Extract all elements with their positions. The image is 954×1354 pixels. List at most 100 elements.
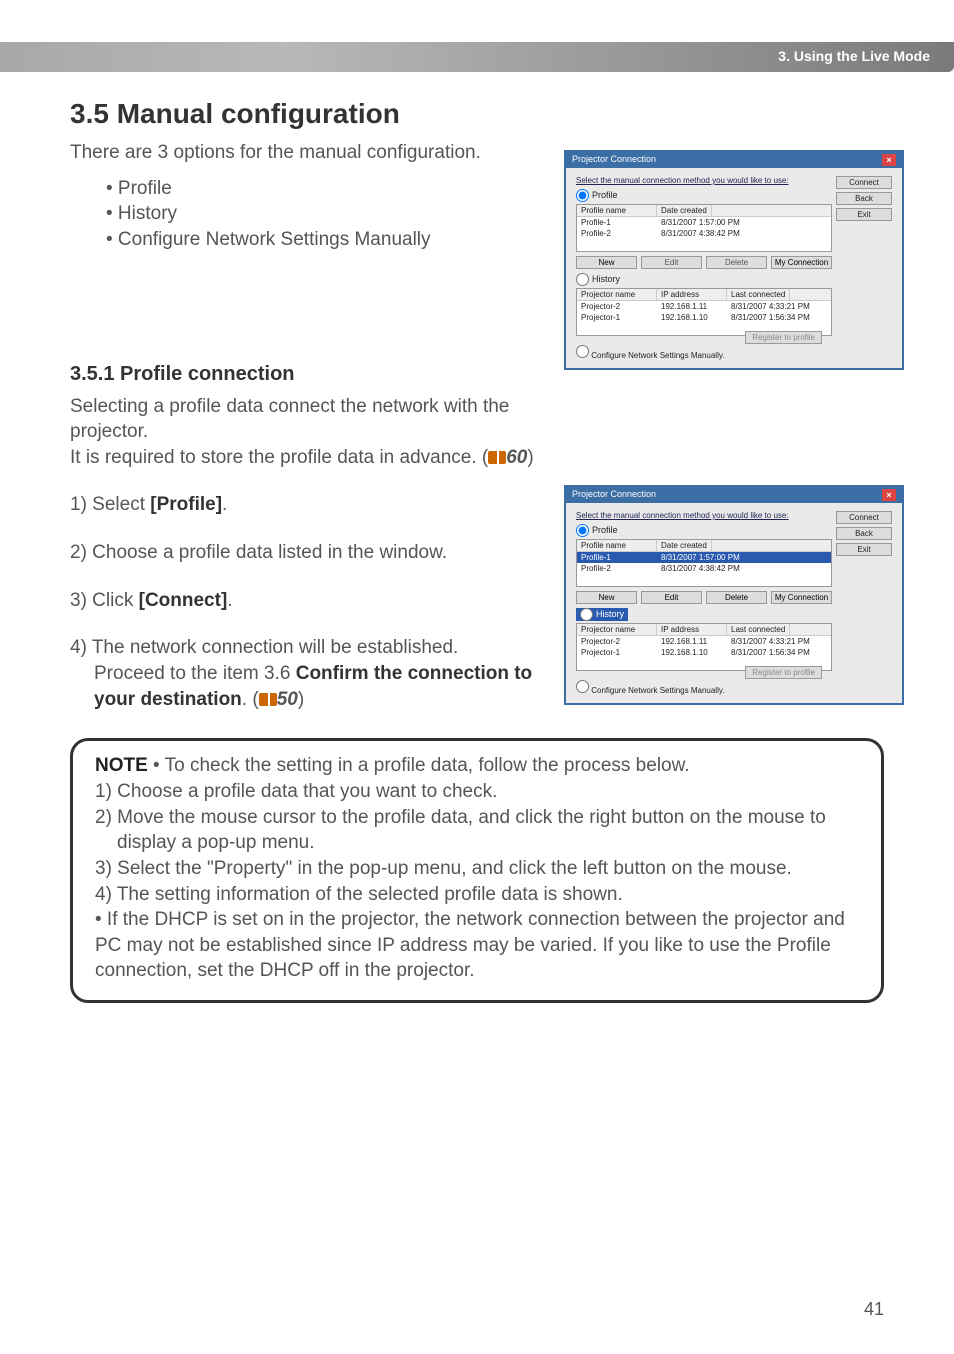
profile-listbox[interactable]: Profile nameDate created Profile-18/31/2… xyxy=(576,204,832,252)
step-1: 1) Select [Profile]. xyxy=(70,492,570,518)
dialog-screenshot-1: Projector Connection × Select the manual… xyxy=(564,150,904,370)
profile-body: Selecting a profile data connect the net… xyxy=(70,394,550,471)
col-last: Last connected xyxy=(727,289,790,300)
cell-pr2-last: 8/31/2007 4:33:21 PM xyxy=(727,301,814,312)
dialog-titlebar: Projector Connection × xyxy=(566,152,902,168)
cell-pr1-name: Projector-1 xyxy=(577,647,657,658)
col-profile-name: Profile name xyxy=(577,540,657,551)
profile-body-ref: 60 xyxy=(506,447,527,468)
radio-profile[interactable]: Profile xyxy=(576,189,832,202)
step3-bold: [Connect] xyxy=(139,590,228,611)
cell-pr2-ip: 192.168.1.11 xyxy=(657,636,727,647)
profile-listbox[interactable]: Profile nameDate created Profile-18/31/2… xyxy=(576,539,832,587)
back-button[interactable]: Back xyxy=(836,527,892,540)
step-3: 3) Click [Connect]. xyxy=(70,588,570,614)
step4-line2-post: . ( xyxy=(242,689,259,710)
radio-profile-label: Profile xyxy=(592,190,618,200)
step-4: 4) The network connection will be establ… xyxy=(70,635,570,712)
cell-pr2-name: Projector-2 xyxy=(577,636,657,647)
my-connection-button[interactable]: My Connection xyxy=(771,256,832,269)
history-listbox[interactable]: Projector nameIP addressLast connected P… xyxy=(576,288,832,336)
cell-pr2-last: 8/31/2007 4:33:21 PM xyxy=(727,636,814,647)
cell-p1-date: 8/31/2007 1:57:00 PM xyxy=(657,217,744,228)
col-proj-name: Projector name xyxy=(577,289,657,300)
dialog-hint: Select the manual connection method you … xyxy=(576,176,832,185)
cell-pr1-name: Projector-1 xyxy=(577,312,657,323)
cell-p1-date: 8/31/2007 1:57:00 PM xyxy=(657,552,744,563)
step4-line1: 4) The network connection will be establ… xyxy=(70,637,458,658)
chapter-header-band: 3. Using the Live Mode xyxy=(0,42,954,72)
dialog-hint: Select the manual connection method you … xyxy=(576,511,832,520)
col-profile-name: Profile name xyxy=(577,205,657,216)
radio-history-label: History xyxy=(592,274,620,284)
radio-configure-manually[interactable]: Configure Network Settings Manually. xyxy=(576,680,724,695)
step1-pre: 1) Select xyxy=(70,494,150,515)
cell-pr2-ip: 192.168.1.11 xyxy=(657,301,727,312)
col-date-created: Date created xyxy=(657,540,712,551)
note-lead: • To check the setting in a profile data… xyxy=(148,755,690,776)
history-listbox[interactable]: Projector nameIP addressLast connected P… xyxy=(576,623,832,671)
back-button[interactable]: Back xyxy=(836,192,892,205)
profile-body-line2-post: ) xyxy=(527,447,533,468)
heading-1: 3.5 Manual configuration xyxy=(70,98,884,130)
book-icon xyxy=(488,451,506,464)
page-number: 41 xyxy=(864,1299,884,1320)
cell-pr1-ip: 192.168.1.10 xyxy=(657,647,727,658)
book-icon xyxy=(259,693,277,706)
new-button[interactable]: New xyxy=(576,256,637,269)
step1-bold: [Profile] xyxy=(150,494,222,515)
col-ip: IP address xyxy=(657,289,727,300)
cell-pr1-last: 8/31/2007 1:56:34 PM xyxy=(727,647,814,658)
radio-history[interactable]: History xyxy=(576,273,832,286)
configure-label: Configure Network Settings Manually. xyxy=(591,351,724,360)
cell-p2-date: 8/31/2007 4:38:42 PM xyxy=(657,228,744,239)
register-button[interactable]: Register to profile xyxy=(745,331,822,344)
register-button[interactable]: Register to profile xyxy=(745,666,822,679)
dialog-title: Projector Connection xyxy=(572,154,656,166)
chapter-title: 3. Using the Live Mode xyxy=(778,48,930,64)
step4-ref: 50 xyxy=(277,689,298,710)
note-1: 1) Choose a profile data that you want t… xyxy=(95,781,497,802)
radio-configure-manually[interactable]: Configure Network Settings Manually. xyxy=(576,345,724,360)
connect-button[interactable]: Connect xyxy=(836,176,892,189)
delete-button[interactable]: Delete xyxy=(706,591,767,604)
exit-button[interactable]: Exit xyxy=(836,543,892,556)
cell-p1-name: Profile-1 xyxy=(577,552,657,563)
col-ip: IP address xyxy=(657,624,727,635)
col-proj-name: Projector name xyxy=(577,624,657,635)
configure-label: Configure Network Settings Manually. xyxy=(591,686,724,695)
dialog-titlebar: Projector Connection × xyxy=(566,487,902,503)
radio-profile[interactable]: Profile xyxy=(576,524,832,537)
cell-pr2-name: Projector-2 xyxy=(577,301,657,312)
close-icon[interactable]: × xyxy=(882,154,896,166)
edit-button[interactable]: Edit xyxy=(641,591,702,604)
radio-history-label: History xyxy=(596,609,624,619)
my-connection-button[interactable]: My Connection xyxy=(771,591,832,604)
col-date-created: Date created xyxy=(657,205,712,216)
note-3: 3) Select the "Property" in the pop-up m… xyxy=(117,856,859,882)
step4-line2-end: ) xyxy=(298,689,304,710)
new-button[interactable]: New xyxy=(576,591,637,604)
cell-p2-name: Profile-2 xyxy=(577,563,657,574)
note-4: 4) The setting information of the select… xyxy=(95,884,623,905)
exit-button[interactable]: Exit xyxy=(836,208,892,221)
note-box: NOTE • To check the setting in a profile… xyxy=(70,738,884,1003)
step4-line2-pre: Proceed to the item 3.6 xyxy=(94,663,296,684)
delete-button[interactable]: Delete xyxy=(706,256,767,269)
radio-profile-label: Profile xyxy=(592,525,618,535)
intro-text: There are 3 options for the manual confi… xyxy=(70,140,530,166)
connect-button[interactable]: Connect xyxy=(836,511,892,524)
step-2: 2) Choose a profile data listed in the w… xyxy=(70,540,570,566)
radio-history[interactable]: History xyxy=(576,608,628,621)
cell-pr1-ip: 192.168.1.10 xyxy=(657,312,727,323)
top-spacer xyxy=(0,0,954,42)
step3-pre: 3) Click xyxy=(70,590,139,611)
close-icon[interactable]: × xyxy=(882,489,896,501)
note-2: 2) Move the mouse cursor to the profile … xyxy=(117,805,859,856)
profile-body-line2-pre: It is required to store the profile data… xyxy=(70,447,488,468)
edit-button[interactable]: Edit xyxy=(641,256,702,269)
cell-p2-date: 8/31/2007 4:38:42 PM xyxy=(657,563,744,574)
cell-p1-name: Profile-1 xyxy=(577,217,657,228)
dialog-screenshot-2: Projector Connection × Select the manual… xyxy=(564,485,904,705)
cell-pr1-last: 8/31/2007 1:56:34 PM xyxy=(727,312,814,323)
